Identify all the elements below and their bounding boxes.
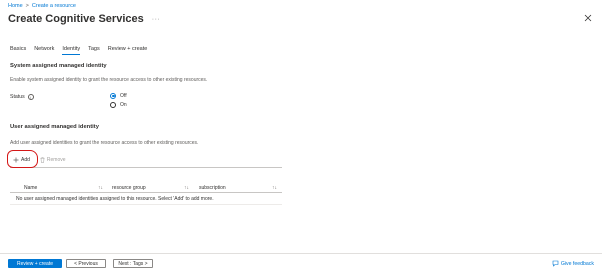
trash-icon	[40, 157, 45, 163]
tab-bar: Basics Network Identity Tags Review + cr…	[10, 46, 147, 55]
status-radio-group: Off On	[110, 91, 127, 109]
close-icon[interactable]	[584, 14, 592, 22]
sort-subscription-icon[interactable]: ↑↓	[272, 185, 277, 191]
page-title: Create Cognitive Services	[8, 13, 144, 25]
review-create-button[interactable]: Review + create	[8, 259, 62, 268]
status-option-on[interactable]: On	[110, 100, 127, 109]
remove-button-label: Remove	[46, 157, 66, 163]
breadcrumb: Home > Create a resource	[8, 3, 76, 9]
radio-off[interactable]	[110, 92, 116, 99]
column-subscription[interactable]: subscription	[199, 185, 226, 191]
breadcrumb-create-resource[interactable]: Create a resource	[32, 3, 76, 9]
feedback-icon	[552, 260, 559, 267]
breadcrumb-home[interactable]: Home	[8, 3, 23, 9]
radio-on[interactable]	[110, 101, 116, 108]
sort-resource-group-icon[interactable]: ↑↓	[184, 185, 189, 191]
sort-name-icon[interactable]: ↑↓	[98, 185, 103, 191]
give-feedback-label: Give feedback	[560, 260, 594, 267]
give-feedback-link[interactable]: Give feedback	[552, 260, 594, 267]
remove-button[interactable]: Remove	[40, 157, 66, 163]
tab-review-create[interactable]: Review + create	[108, 46, 148, 55]
more-options-icon[interactable]: ···	[152, 16, 161, 23]
create-cognitive-services-page: Home > Create a resource Create Cognitiv…	[0, 0, 602, 277]
column-resource-group[interactable]: resource group	[112, 185, 146, 191]
footer-divider	[0, 253, 602, 254]
identity-toolbar: Add Remove	[10, 155, 282, 165]
system-identity-title: System assigned managed identity	[10, 63, 107, 69]
status-label: Status	[10, 94, 25, 100]
user-identity-title: User assigned managed identity	[10, 124, 99, 130]
column-name[interactable]: Name	[24, 185, 37, 191]
tab-identity[interactable]: Identity	[62, 46, 81, 55]
table-empty-message: No user assigned managed identities assi…	[10, 193, 282, 205]
tab-basics[interactable]: Basics	[10, 46, 26, 55]
system-identity-description: Enable system assigned identity to grant…	[10, 77, 208, 83]
tab-tags[interactable]: Tags	[88, 46, 100, 55]
tab-network[interactable]: Network	[34, 46, 54, 55]
next-tags-button[interactable]: Next : Tags >	[113, 259, 153, 268]
user-identity-description: Add user assigned identities to grant th…	[10, 140, 199, 146]
previous-button[interactable]: < Previous	[66, 259, 106, 268]
status-option-off[interactable]: Off	[110, 91, 127, 100]
table-header: Name ↑↓ resource group ↑↓ subscription ↑…	[10, 184, 282, 193]
breadcrumb-separator: >	[25, 3, 29, 9]
title-row: Create Cognitive Services ···	[8, 13, 160, 25]
red-highlight-annotation	[7, 150, 38, 168]
toolbar-divider	[10, 167, 282, 168]
identity-table: Name ↑↓ resource group ↑↓ subscription ↑…	[10, 184, 282, 205]
info-icon[interactable]: i	[27, 94, 34, 100]
radio-off-label: Off	[120, 92, 127, 99]
status-row: Status i	[10, 94, 34, 100]
radio-on-label: On	[120, 101, 127, 108]
